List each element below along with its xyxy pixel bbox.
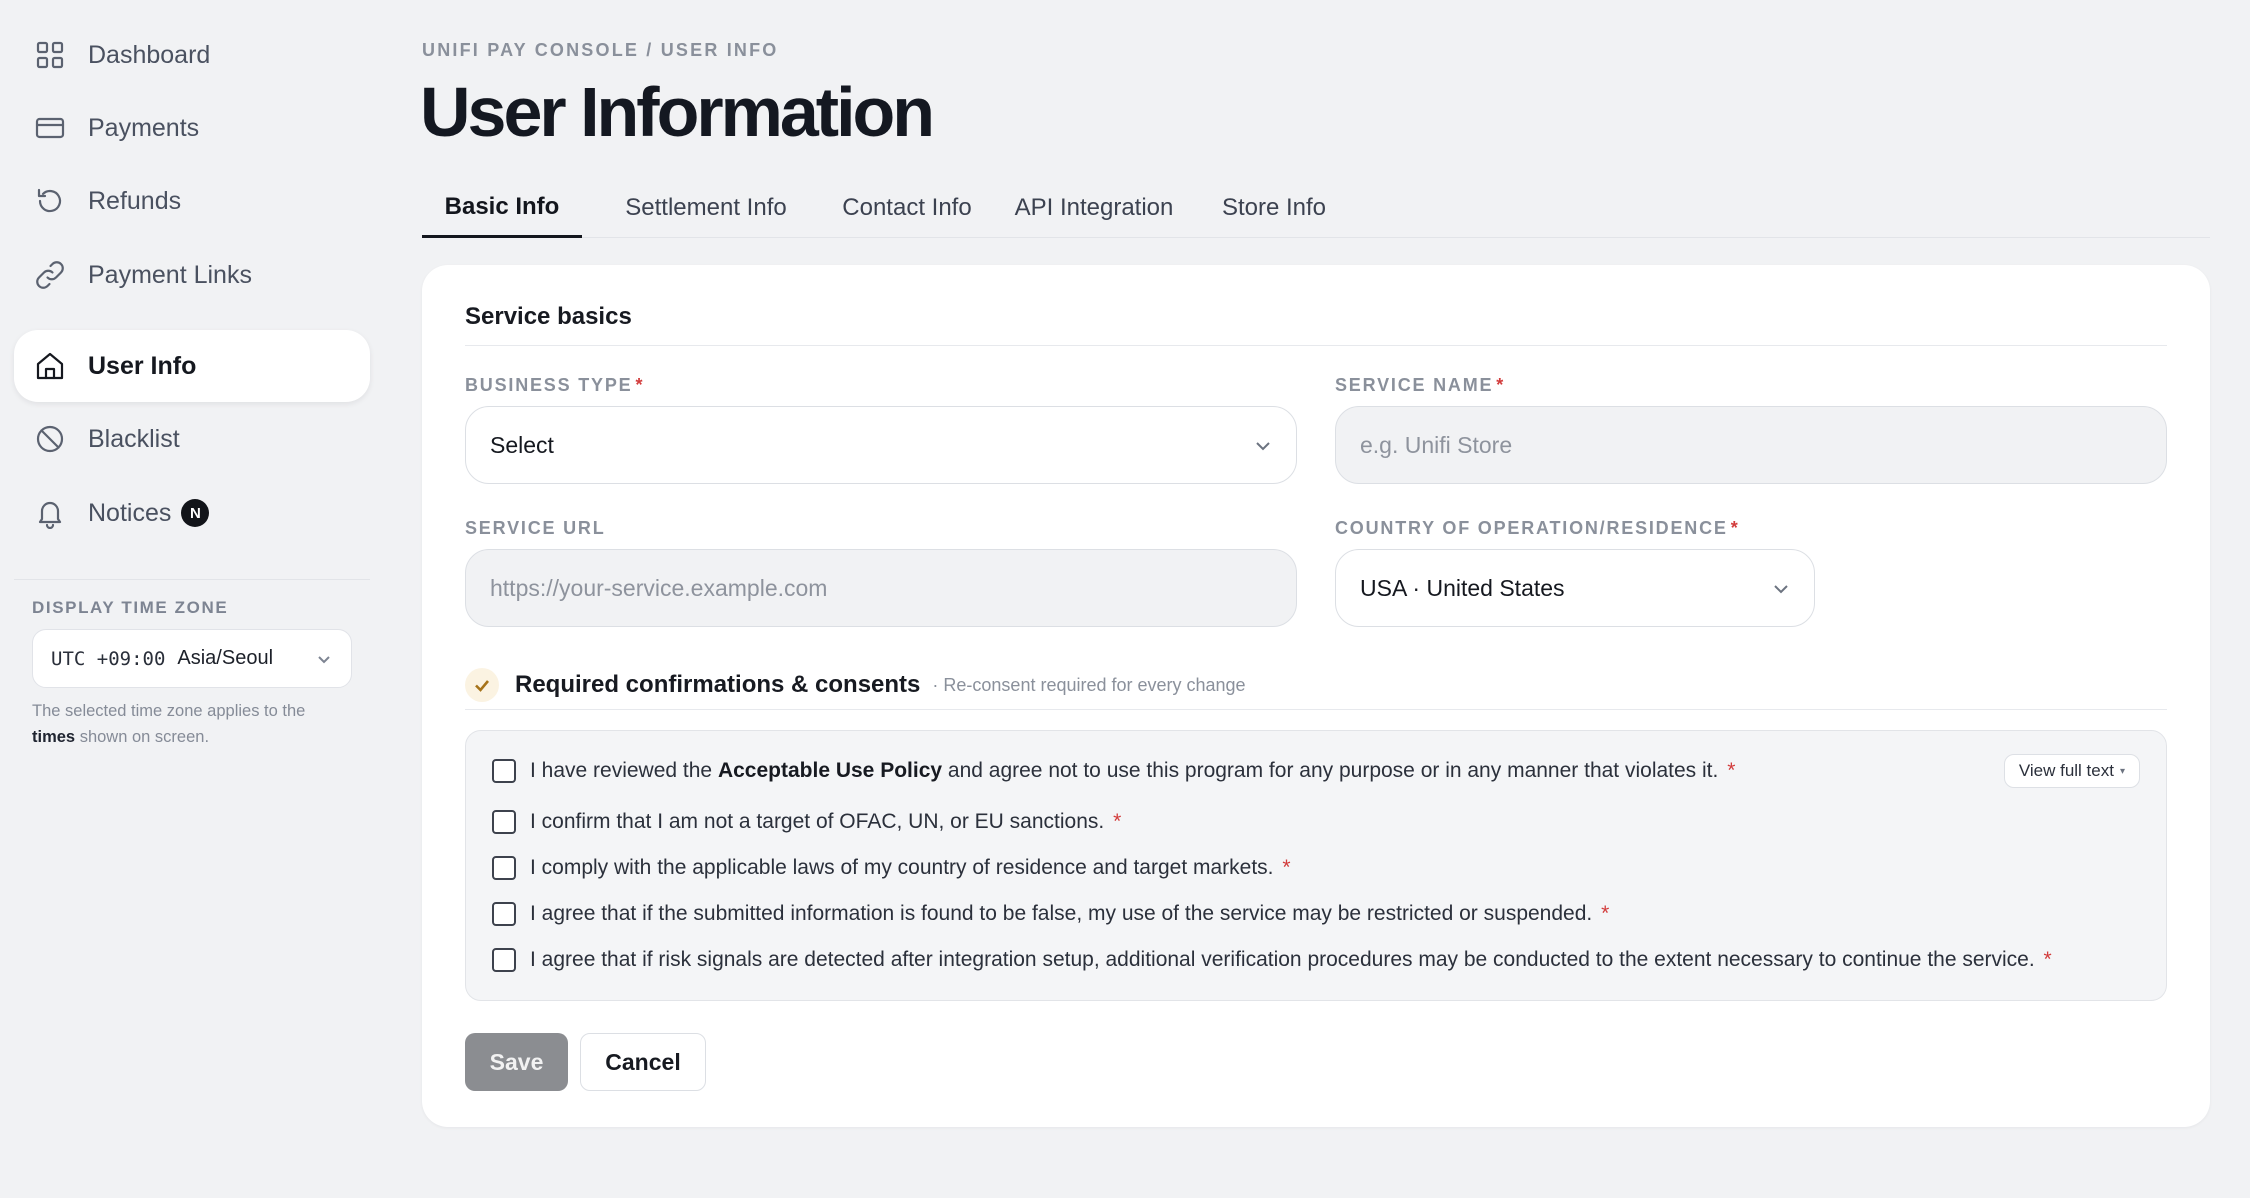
save-button[interactable]: Save [465,1033,568,1091]
tab-bar: Basic Info Settlement Info Contact Info … [422,178,2210,238]
view-full-text-label: View full text [2018,761,2114,780]
consent-text: I have reviewed the [530,759,713,782]
required-marker: * [1727,759,1736,782]
breadcrumb: UNIFI PAY CONSOLE / USER INFO [422,40,779,60]
service-url-label: SERVICE URL [465,518,606,539]
page-title: User Information [420,73,935,151]
cancel-button[interactable]: Cancel [580,1033,706,1091]
consent-item: I have reviewed the Acceptable Use Polic… [492,754,1735,788]
consent-item: I comply with the applicable laws of my … [492,851,1291,885]
sidebar-item-label: Blacklist [88,424,180,453]
consent-text: I agree that if the submitted informatio… [530,902,1593,925]
consents-note: · Re-consent required for every change [932,674,1246,695]
section-divider [465,345,2167,346]
check-icon [465,668,499,702]
sidebar-item-label: Payment Links [88,260,252,289]
consents-divider [465,709,2167,710]
timezone-note-bold: times [32,728,76,746]
consents-box: I have reviewed the Acceptable Use Polic… [465,730,2167,1001]
consent-checkbox-false-info[interactable] [492,902,516,926]
business-type-select[interactable]: Select [465,406,1297,484]
business-type-value: Select [490,431,554,458]
service-name-input[interactable]: e.g. Unifi Store [1335,406,2167,484]
sidebar-item-label: User Info [88,351,197,380]
required-marker: * [1730,518,1740,538]
required-marker: * [1601,902,1610,925]
refund-icon [34,185,66,217]
chevron-down-icon [315,650,333,668]
section-title: Service basics [465,303,632,330]
required-marker: * [2043,948,2052,971]
country-value: USA · United States [1360,574,1565,601]
sidebar-item-payments[interactable]: Payments [14,92,370,164]
tab-basic-info[interactable]: Basic Info [422,178,582,238]
sidebar-item-payment-links[interactable]: Payment Links [14,239,370,311]
consent-item: I agree that if the submitted informatio… [492,897,1609,931]
consents-header: Required confirmations & consents · Re-c… [465,665,1246,705]
chevron-down-icon [1252,435,1274,457]
service-name-label: SERVICE NAME * [1335,375,1505,396]
chevron-down-icon [1770,578,1792,600]
service-url-label-text: SERVICE URL [465,518,606,538]
required-marker: * [1282,856,1291,879]
consent-checkbox-aup[interactable] [492,759,516,783]
service-url-placeholder: https://your-service.example.com [490,574,828,601]
sidebar-item-label: Payments [88,113,200,142]
consent-checkbox-risk-signals[interactable] [492,948,516,972]
timezone-offset: UTC +09:00 [51,647,166,670]
view-full-text-button[interactable]: View full text ▾ [2003,754,2140,788]
consent-checkbox-laws[interactable] [492,856,516,880]
consent-checkbox-sanctions[interactable] [492,810,516,834]
sidebar-item-blacklist[interactable]: Blacklist [14,403,370,475]
caret-down-icon: ▾ [2119,765,2125,777]
service-name-placeholder: e.g. Unifi Store [1360,431,1513,458]
form-card: Service basics BUSINESS TYPE * Select SER… [422,265,2210,1127]
consent-text: I comply with the applicable laws of my … [530,856,1274,879]
sidebar-item-label: Refunds [88,186,182,215]
tab-contact-info[interactable]: Contact Info [822,178,992,238]
timezone-label: DISPLAY TIME ZONE [32,598,229,617]
block-icon [34,423,66,455]
consent-text: I confirm that I am not a target of OFAC… [530,810,1105,833]
sidebar: Dashboard Payments Refunds Payment Links… [0,0,380,1198]
link-icon [34,259,66,291]
tab-settlement-info[interactable]: Settlement Info [606,178,806,238]
service-url-input[interactable]: https://your-service.example.com [465,549,1297,627]
acceptable-use-policy-link[interactable]: Acceptable Use Policy [718,759,942,783]
timezone-select[interactable]: UTC +09:00 Asia/Seoul [32,629,352,688]
tab-store-info[interactable]: Store Info [1200,178,1348,238]
consents-title: Required confirmations & consents [515,671,921,698]
consent-item: I confirm that I am not a target of OFAC… [492,805,1121,839]
home-icon [34,350,66,382]
service-name-label-text: SERVICE NAME [1335,375,1494,395]
timezone-name: Asia/Seoul [177,647,274,669]
consent-text: I agree that if risk signals are detecte… [530,948,2035,971]
timezone-note: The selected time zone applies to the ti… [32,698,352,750]
consent-item: I agree that if risk signals are detecte… [492,943,2052,977]
sidebar-divider [14,579,370,580]
country-label-text: COUNTRY OF OPERATION/RESIDENCE [1335,518,1728,538]
sidebar-item-notices[interactable]: Notices N [14,477,370,549]
required-marker: * [635,375,645,395]
business-type-label: BUSINESS TYPE * [465,375,644,396]
bell-icon [34,497,66,529]
notices-badge: N [181,499,210,527]
sidebar-item-refunds[interactable]: Refunds [14,165,370,237]
business-type-label-text: BUSINESS TYPE [465,375,633,395]
card-icon [34,112,66,144]
sidebar-item-label: Dashboard [88,40,211,69]
sidebar-item-dashboard[interactable]: Dashboard [14,19,370,91]
tab-api-integration[interactable]: API Integration [1006,178,1182,238]
sidebar-item-user-info[interactable]: User Info [14,330,370,402]
consent-text-suffix: and agree not to use this program for an… [947,759,1719,782]
country-select[interactable]: USA · United States [1335,549,1815,627]
grid-icon [34,39,66,71]
sidebar-item-label: Notices [88,498,172,527]
timezone-note-suffix: shown on screen. [79,728,210,746]
country-label: COUNTRY OF OPERATION/RESIDENCE * [1335,518,1740,539]
required-marker: * [1496,375,1506,395]
timezone-note-prefix: The selected time zone applies to the [32,702,306,720]
required-marker: * [1113,810,1122,833]
